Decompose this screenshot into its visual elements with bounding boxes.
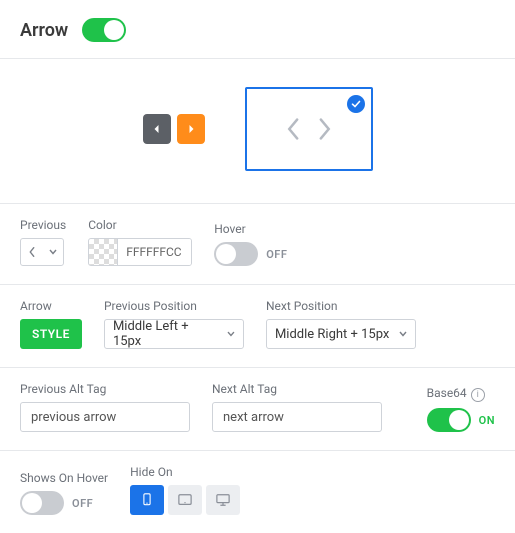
next-alt-label: Next Alt Tag xyxy=(212,382,382,396)
color-swatch[interactable] xyxy=(88,238,192,266)
arrow-style-label: Arrow xyxy=(20,299,82,313)
base64-label: Base64i xyxy=(427,386,495,402)
desktop-icon xyxy=(215,493,231,507)
prev-position-select[interactable]: Middle Left + 15px xyxy=(104,319,244,349)
caret-down-icon xyxy=(227,331,235,337)
caret-left-icon xyxy=(152,124,162,134)
device-group xyxy=(130,485,240,515)
previous-label: Previous xyxy=(20,218,66,232)
previous-arrow-picker[interactable] xyxy=(20,238,64,266)
base64-toggle-text: ON xyxy=(479,414,495,427)
prev-alt-input[interactable] xyxy=(20,402,190,432)
arrow-enabled-toggle[interactable] xyxy=(82,18,126,42)
info-icon[interactable]: i xyxy=(471,388,485,402)
hide-on-label: Hide On xyxy=(130,465,240,479)
color-input[interactable] xyxy=(117,239,191,265)
next-position-value: Middle Right + 15px xyxy=(275,327,389,342)
chevron-right-icon xyxy=(316,118,332,140)
style-button[interactable]: STYLE xyxy=(20,319,82,349)
prev-position-value: Middle Left + 15px xyxy=(113,319,219,349)
shows-on-hover-label: Shows On Hover xyxy=(20,471,108,485)
transparency-grid-icon xyxy=(89,239,117,265)
next-position-label: Next Position xyxy=(266,299,416,313)
prev-position-label: Previous Position xyxy=(104,299,244,313)
color-label: Color xyxy=(88,218,192,232)
mobile-icon xyxy=(139,493,155,507)
caret-down-icon xyxy=(399,331,407,337)
device-tablet-button[interactable] xyxy=(168,485,202,515)
device-mobile-button[interactable] xyxy=(130,485,164,515)
preview-frame[interactable] xyxy=(245,87,373,171)
next-position-select[interactable]: Middle Right + 15px xyxy=(266,319,416,349)
caret-down-icon xyxy=(49,249,57,255)
selected-badge xyxy=(347,95,365,113)
hover-label: Hover xyxy=(214,222,287,236)
shows-on-hover-text: OFF xyxy=(72,497,93,510)
caret-right-icon xyxy=(186,124,196,134)
hover-toggle-text: OFF xyxy=(266,248,287,261)
section-title: Arrow xyxy=(20,20,68,41)
hover-toggle[interactable] xyxy=(214,242,258,266)
preview-prev-button[interactable] xyxy=(143,114,171,144)
next-alt-input[interactable] xyxy=(212,402,382,432)
preview-area xyxy=(0,59,515,203)
device-desktop-button[interactable] xyxy=(206,485,240,515)
tablet-icon xyxy=(177,493,193,507)
shows-on-hover-toggle[interactable] xyxy=(20,491,64,515)
chevron-left-icon xyxy=(27,246,37,258)
check-icon xyxy=(351,99,361,109)
prev-alt-label: Previous Alt Tag xyxy=(20,382,190,396)
base64-toggle[interactable] xyxy=(427,408,471,432)
chevron-left-icon xyxy=(286,118,302,140)
preview-next-button[interactable] xyxy=(177,114,205,144)
